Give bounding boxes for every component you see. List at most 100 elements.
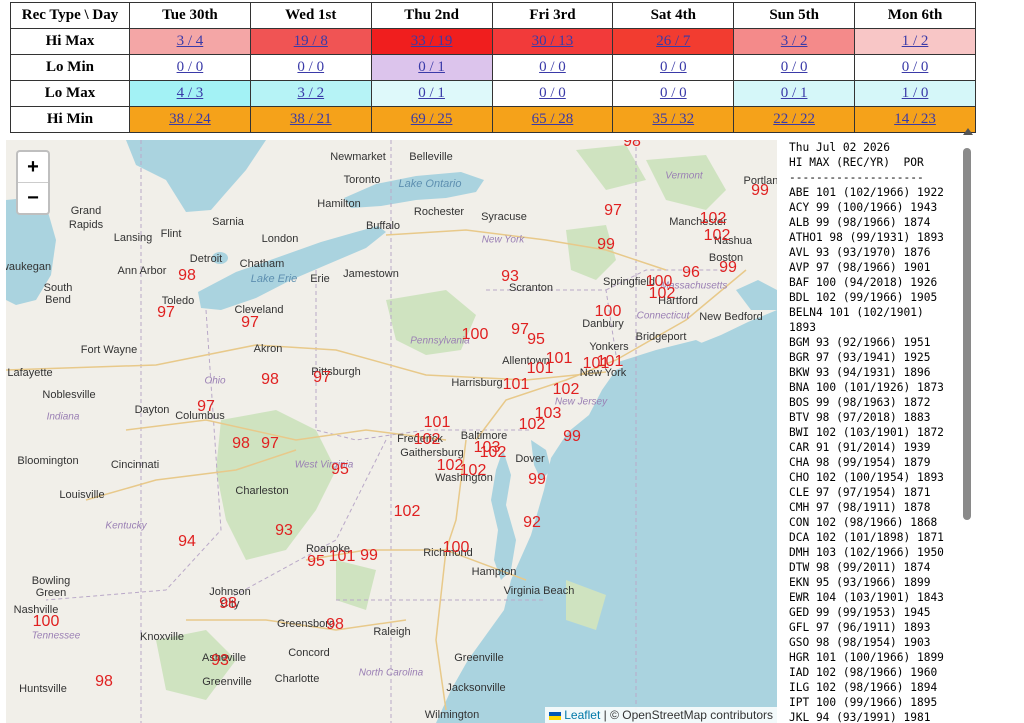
temperature-marker[interactable]: 93 — [275, 522, 293, 540]
map-place-label: Bend — [45, 294, 71, 306]
record-count-link[interactable]: 38 / 24 — [169, 111, 211, 127]
temperature-marker[interactable]: 99 — [528, 471, 546, 489]
temperature-marker[interactable]: 97 — [241, 314, 259, 332]
record-count-link[interactable]: 0 / 0 — [539, 59, 566, 75]
temperature-marker[interactable]: 102 — [649, 285, 676, 303]
temperature-marker[interactable]: 95 — [307, 553, 325, 571]
record-count-link[interactable]: 0 / 0 — [902, 59, 929, 75]
record-count-link[interactable]: 26 / 7 — [656, 33, 690, 49]
record-count-cell: 35 / 32 — [612, 106, 735, 133]
temperature-marker[interactable]: 99 — [563, 428, 581, 446]
record-count-cell: 1 / 2 — [854, 28, 976, 55]
leaflet-link[interactable]: Leaflet — [564, 708, 600, 722]
temperature-marker[interactable]: 95 — [527, 331, 545, 349]
temperature-marker[interactable]: 93 — [501, 268, 519, 286]
temperature-marker[interactable]: 101 — [424, 414, 451, 432]
temperature-marker[interactable]: 97 — [313, 369, 331, 387]
record-count-link[interactable]: 1 / 0 — [902, 85, 929, 101]
temperature-marker[interactable]: 98 — [232, 435, 250, 453]
map-place-label: Grand — [70, 205, 102, 217]
record-count-cell: 33 / 19 — [370, 28, 493, 55]
temperature-marker[interactable]: 98 — [219, 595, 237, 613]
temperature-marker[interactable]: 101 — [503, 376, 530, 394]
temperature-marker[interactable]: 102 — [460, 462, 487, 480]
temperature-marker[interactable]: 101 — [329, 548, 356, 566]
records-table: Rec Type \ Day Tue 30th Wed 1st Thu 2nd Fri … — [10, 2, 976, 133]
temperature-marker[interactable]: 99 — [751, 182, 769, 200]
temperature-marker[interactable]: 100 — [462, 326, 489, 344]
temperature-marker[interactable]: 102 — [394, 503, 421, 521]
map-place-label: New York — [481, 234, 525, 246]
temperature-marker[interactable]: 97 — [261, 435, 279, 453]
record-count-link[interactable]: 0 / 0 — [660, 85, 687, 101]
temperature-marker[interactable]: 95 — [331, 461, 349, 479]
temperature-marker[interactable]: 93 — [211, 652, 229, 670]
record-count-link[interactable]: 0 / 1 — [418, 85, 445, 101]
record-count-link[interactable]: 3 / 2 — [297, 85, 324, 101]
map-place-label: Indiana — [46, 411, 80, 423]
temperature-marker[interactable]: 102 — [700, 210, 727, 228]
temperature-marker[interactable]: 102 — [704, 227, 731, 245]
temperature-marker[interactable]: 101 — [527, 360, 554, 378]
zoom-out-button[interactable]: − — [18, 183, 48, 213]
record-count-link[interactable]: 0 / 0 — [781, 59, 808, 75]
temperature-marker[interactable]: 97 — [604, 202, 622, 220]
record-count-link[interactable]: 3 / 4 — [177, 33, 204, 49]
record-count-link[interactable]: 3 / 2 — [781, 33, 808, 49]
record-count-link[interactable]: 33 / 19 — [411, 33, 453, 49]
table-row: Lo Max 4 / 3 3 / 2 0 / 1 0 / 0 0 / 0 0 / 1 1 / … — [10, 80, 976, 107]
map-place-label: Dayton — [134, 404, 170, 416]
record-count-link[interactable]: 30 / 13 — [532, 33, 574, 49]
temperature-marker[interactable]: 98 — [326, 616, 344, 634]
temperature-marker[interactable]: 97 — [157, 304, 175, 322]
temperature-marker[interactable]: 99 — [360, 547, 378, 565]
temperature-marker[interactable]: 100 — [443, 539, 470, 557]
temperature-marker[interactable]: 98 — [178, 267, 196, 285]
record-count-link[interactable]: 19 / 8 — [294, 33, 328, 49]
temperature-marker[interactable]: 100 — [595, 303, 622, 321]
temperature-marker[interactable]: 96 — [682, 264, 700, 282]
scroll-up-arrow-icon[interactable] — [963, 128, 973, 135]
record-count-link[interactable]: 14 / 23 — [894, 111, 936, 127]
temperature-marker[interactable]: 98 — [95, 673, 113, 691]
map[interactable]: Newmarket Belleville Toronto Lake Ontario Ha… — [6, 140, 777, 723]
zoom-in-button[interactable]: + — [18, 152, 48, 183]
panel-scrollbar[interactable] — [961, 128, 973, 723]
map-place-label: Fort Wayne — [80, 344, 138, 356]
records-text-panel[interactable]: Thu Jul 02 2026 HI MAX (REC/YR) POR ----… — [779, 128, 960, 723]
temperature-marker[interactable]: 102 — [553, 381, 580, 399]
map-place-label: Detroit — [189, 253, 223, 265]
map-place-label: Toronto — [343, 174, 381, 186]
record-count-link[interactable]: 4 / 3 — [177, 85, 204, 101]
temperature-marker[interactable]: 99 — [719, 259, 737, 277]
temperature-marker[interactable]: 99 — [597, 236, 615, 254]
temperature-marker[interactable]: 97 — [197, 398, 215, 416]
temperature-marker[interactable]: 101 — [597, 353, 624, 371]
record-count-link[interactable]: 0 / 0 — [539, 85, 566, 101]
record-count-link[interactable]: 0 / 0 — [660, 59, 687, 75]
record-count-link[interactable]: 35 / 32 — [652, 111, 694, 127]
record-count-link[interactable]: 65 / 28 — [532, 111, 574, 127]
temperature-marker[interactable]: 92 — [523, 514, 541, 532]
record-count-link[interactable]: 0 / 1 — [418, 59, 445, 75]
record-count-link[interactable]: 0 / 0 — [297, 59, 324, 75]
record-count-link[interactable]: 1 / 2 — [902, 33, 929, 49]
record-count-link[interactable]: 69 / 25 — [411, 111, 453, 127]
record-count-cell: 0 / 0 — [612, 54, 735, 81]
record-count-cell: 69 / 25 — [370, 106, 493, 133]
record-count-link[interactable]: 22 / 22 — [773, 111, 815, 127]
temperature-marker[interactable]: 100 — [33, 613, 60, 631]
record-count-cell: 26 / 7 — [612, 28, 735, 55]
temperature-marker[interactable]: 102 — [519, 416, 546, 434]
temperature-marker[interactable]: 98 — [623, 140, 641, 151]
map-place-label: Hampton — [471, 566, 517, 578]
record-count-link[interactable]: 38 / 21 — [290, 111, 332, 127]
record-count-link[interactable]: 0 / 1 — [781, 85, 808, 101]
temperature-marker[interactable]: 98 — [261, 371, 279, 389]
scrollbar-thumb[interactable] — [963, 148, 971, 520]
temperature-marker[interactable]: 102 — [414, 431, 441, 449]
map-place-label: Yonkers — [589, 341, 629, 353]
record-count-link[interactable]: 0 / 0 — [177, 59, 204, 75]
temperature-marker[interactable]: 102 — [480, 444, 507, 462]
temperature-marker[interactable]: 94 — [178, 533, 196, 551]
